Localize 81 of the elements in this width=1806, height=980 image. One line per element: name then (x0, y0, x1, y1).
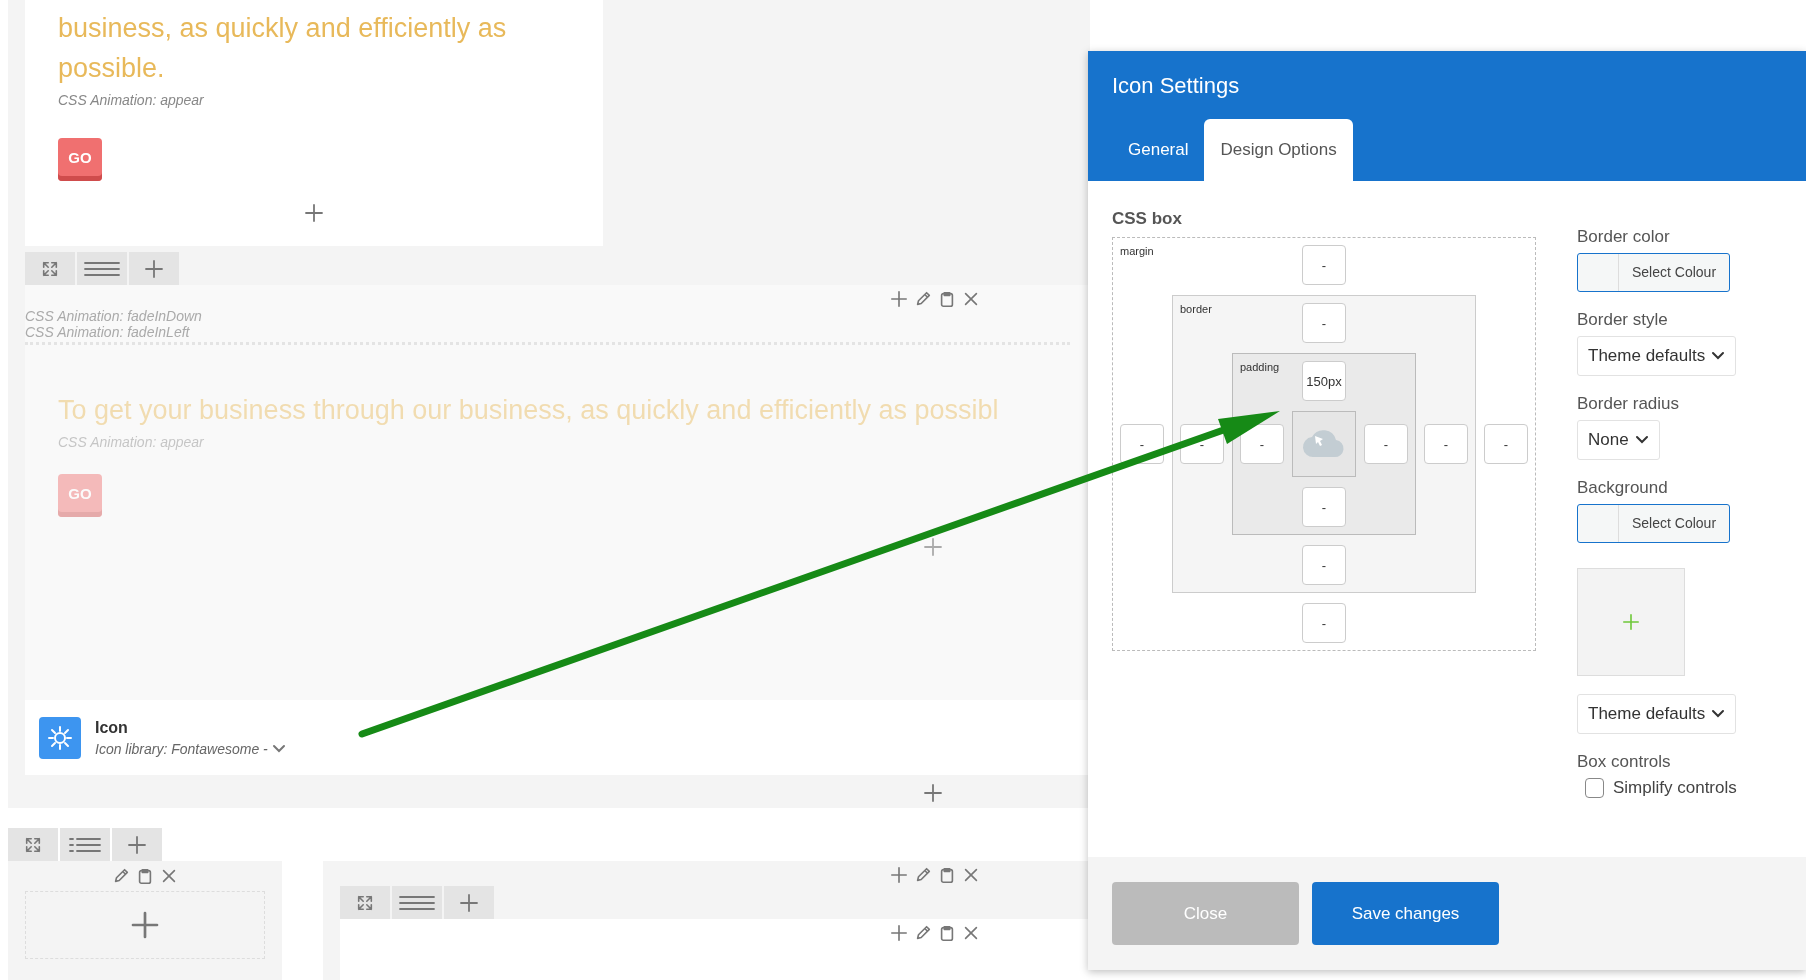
add-button[interactable] (444, 886, 494, 919)
expand-icon (24, 835, 42, 854)
clipboard-icon[interactable] (136, 867, 154, 885)
add-icon[interactable] (304, 203, 324, 223)
select-dropdown[interactable]: Theme defaults (1577, 336, 1737, 376)
input-field[interactable]: - (1364, 424, 1408, 464)
field-label: Background (1577, 478, 1668, 498)
add-button[interactable] (112, 828, 162, 861)
expand-button[interactable] (340, 886, 390, 919)
input-field[interactable]: - (1302, 545, 1346, 585)
clipboard-icon[interactable] (938, 866, 956, 884)
list-icon (69, 836, 101, 853)
save-button[interactable]: Save changes (1312, 882, 1499, 945)
menu-icon (84, 260, 120, 277)
tab[interactable]: General (1112, 119, 1205, 181)
animation-label: CSS Animation: fadeInLeft (25, 324, 1070, 345)
chevron-down-icon (271, 743, 286, 754)
heading-text: possible. (58, 52, 165, 85)
clipboard-icon[interactable] (938, 290, 956, 308)
add-icon[interactable] (890, 924, 908, 942)
tab[interactable]: Design Options (1204, 119, 1353, 181)
element-subtitle: Icon library: Fontawesome - (95, 740, 268, 757)
clipboard-icon[interactable] (938, 924, 956, 942)
animation-label: CSS Animation: fadeInDown (25, 308, 203, 324)
add-icon (459, 892, 479, 913)
expand-button[interactable] (25, 252, 75, 285)
pencil-icon[interactable] (914, 866, 932, 884)
layout-button[interactable] (392, 886, 442, 919)
field-label: Border radius (1577, 394, 1680, 414)
field-label: Border color (1577, 227, 1670, 247)
pencil-icon[interactable] (914, 924, 932, 942)
add-icon[interactable] (923, 537, 943, 557)
color-picker[interactable]: Select Colour (1577, 253, 1731, 292)
close-icon[interactable] (962, 290, 980, 308)
field-label: Border style (1577, 310, 1668, 330)
element-title: Icon (95, 718, 129, 737)
add-icon[interactable] (130, 910, 160, 940)
add-button[interactable] (129, 252, 179, 285)
add-icon[interactable] (890, 866, 908, 884)
sun-icon (47, 724, 73, 751)
input-field[interactable]: - (1240, 424, 1284, 464)
input-field[interactable]: - (1302, 303, 1346, 343)
element-row[interactable]: Icon Icon library: Fontawesome - (25, 700, 1090, 775)
color-picker[interactable]: Select Colour (1577, 504, 1731, 543)
add-icon (144, 258, 164, 279)
chevron-down-icon (1711, 709, 1726, 719)
section-title: CSS box (1112, 209, 1183, 229)
chevron-down-icon (1711, 351, 1726, 361)
add-icon[interactable] (923, 783, 943, 803)
heading-text: business, as quickly and efficiently as (58, 12, 507, 45)
box-label: border (1180, 303, 1212, 315)
menu-icon (399, 894, 435, 911)
input-field[interactable]: 150px (1302, 361, 1346, 401)
checkbox-label: Simplify controls (1613, 778, 1737, 798)
dialog-title: Icon Settings (1112, 73, 1241, 99)
checkbox[interactable] (1585, 778, 1604, 798)
box-label: margin (1120, 245, 1154, 257)
heading-text: To get your business through our business, as quickly and efficiently as possibl (58, 394, 999, 427)
add-icon[interactable] (890, 290, 908, 308)
select-dropdown[interactable]: None (1577, 420, 1660, 460)
add-icon (127, 834, 147, 855)
pencil-icon[interactable] (112, 867, 130, 885)
close-icon[interactable] (962, 866, 980, 884)
expand-icon (41, 259, 59, 278)
input-field[interactable]: - (1302, 603, 1346, 643)
chevron-down-icon (1634, 435, 1649, 445)
input-field[interactable]: - (1484, 424, 1528, 464)
animation-label: CSS Animation: appear (58, 92, 204, 108)
box-label: padding (1240, 361, 1280, 373)
pencil-icon[interactable] (914, 290, 932, 308)
select-dropdown[interactable]: Theme defaults (1577, 694, 1737, 734)
expand-button[interactable] (8, 828, 58, 861)
field-label: Box controls (1577, 752, 1671, 772)
close-icon[interactable] (962, 924, 980, 942)
input-field[interactable]: - (1302, 245, 1346, 285)
input-field[interactable]: - (1302, 487, 1346, 527)
close-icon[interactable] (160, 867, 178, 885)
layout-button[interactable] (77, 252, 127, 285)
input-field[interactable]: - (1424, 424, 1468, 464)
expand-icon (356, 893, 374, 912)
layout-button[interactable] (60, 828, 110, 861)
